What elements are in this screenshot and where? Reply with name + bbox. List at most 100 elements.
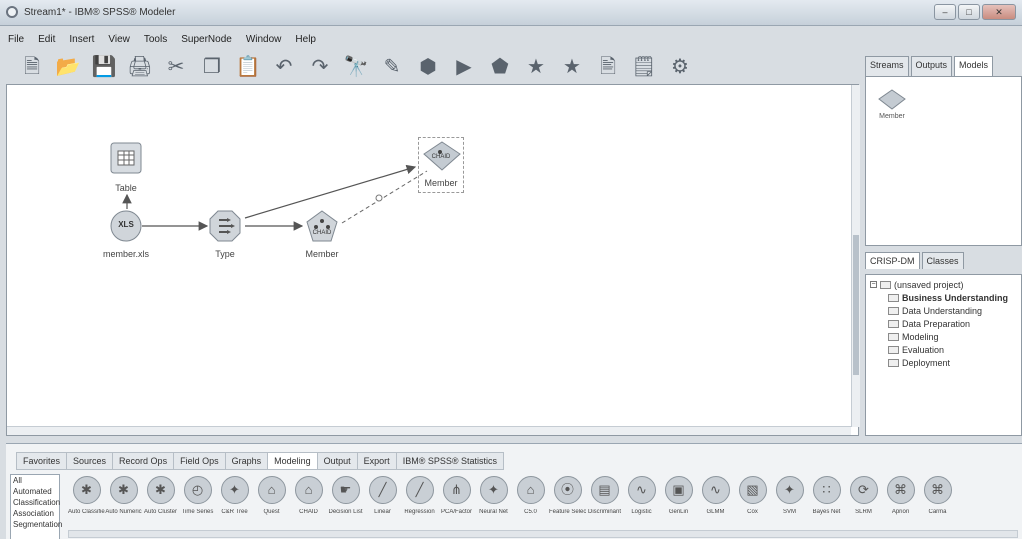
palette-node-discriminant[interactable]: ▤ Discriminant xyxy=(586,476,623,536)
palette-categories: All Automated Classification Association Seg… xyxy=(10,474,62,539)
model-nugget-node[interactable]: CHAID Member xyxy=(418,137,464,193)
edit-stream-icon[interactable]: ✎ xyxy=(378,54,406,80)
category-association[interactable]: Association xyxy=(11,508,59,519)
print-icon[interactable]: 🖨 xyxy=(126,54,154,80)
chaid-model-node[interactable]: CHAID Member xyxy=(305,209,339,259)
palette-node-genlin[interactable]: ▣ GenLin xyxy=(660,476,697,536)
palette-node-c5-0[interactable]: ⌂ C5.0 xyxy=(512,476,549,536)
menu-window[interactable]: Window xyxy=(246,34,282,45)
copy-icon[interactable]: ❐ xyxy=(198,54,226,80)
palette-node-quest[interactable]: ⌂ Quest xyxy=(253,476,290,536)
tab-models[interactable]: Models xyxy=(954,56,994,76)
table-node[interactable]: Table xyxy=(109,141,143,193)
menu-edit[interactable]: Edit xyxy=(38,34,55,45)
palette-tab-graphs[interactable]: Graphs xyxy=(224,452,269,470)
zoom-supernode-icon[interactable]: ★ xyxy=(558,54,586,80)
palette-node-auto-cluster[interactable]: ✱ Auto Cluster xyxy=(142,476,179,536)
tab-outputs[interactable]: Outputs xyxy=(910,56,953,76)
scroll-thumb[interactable] xyxy=(853,235,859,375)
type-node[interactable]: Type xyxy=(208,209,242,259)
category-classification[interactable]: Classification xyxy=(11,497,60,508)
palette-node-regression[interactable]: ╱ Regression xyxy=(401,476,438,536)
palette-scrollbar[interactable] xyxy=(68,530,1018,538)
save-icon[interactable]: 💾 xyxy=(90,54,118,80)
palette-node-logistic[interactable]: ∿ Logistic xyxy=(623,476,660,536)
palette-node-label: Cox xyxy=(747,509,758,515)
palette-tab-record-ops[interactable]: Record Ops xyxy=(112,452,175,470)
tree-item-deployment[interactable]: Deployment xyxy=(870,356,1017,369)
model-item[interactable]: Member xyxy=(874,89,910,120)
category-segmentation[interactable]: Segmentation xyxy=(11,519,62,530)
palette-tab-output[interactable]: Output xyxy=(316,452,358,470)
tree-root[interactable]: − (unsaved project) xyxy=(870,278,1017,291)
stream-canvas[interactable]: Table XLS member.xls Type CHAID Member C… xyxy=(6,84,860,436)
tree-item-business-understanding[interactable]: Business Understanding xyxy=(870,291,1017,304)
open-icon[interactable]: 📂 xyxy=(54,54,82,80)
palette-tab-favorites[interactable]: Favorites xyxy=(16,452,68,470)
tree-item-modeling[interactable]: Modeling xyxy=(870,330,1017,343)
menu-insert[interactable]: Insert xyxy=(69,34,94,45)
tab-crisp-dm[interactable]: CRISP-DM xyxy=(865,252,920,269)
maximize-button[interactable]: □ xyxy=(958,4,980,20)
close-button[interactable]: ✕ xyxy=(982,4,1016,20)
tree-item-evaluation[interactable]: Evaluation xyxy=(870,343,1017,356)
run-icon[interactable]: ▶ xyxy=(450,54,478,80)
menu-file[interactable]: File xyxy=(8,34,24,45)
tree-item-data-preparation[interactable]: Data Preparation xyxy=(870,317,1017,330)
tab-streams[interactable]: Streams xyxy=(865,56,909,76)
palette-node-pca-factor[interactable]: ⋔ PCA/Factor xyxy=(438,476,475,536)
tree-item-label: Data Understanding xyxy=(902,305,983,316)
menu-bar: File Edit Insert View Tools SuperNode Wi… xyxy=(0,30,1022,48)
palette-tab-modeling[interactable]: Modeling xyxy=(267,452,318,470)
excel-source-node[interactable]: XLS member.xls xyxy=(103,209,149,259)
redo-icon[interactable]: ↷ xyxy=(306,54,334,80)
palette-node-apriori[interactable]: ⌘ Apriori xyxy=(882,476,919,536)
category-automated[interactable]: Automated xyxy=(11,486,59,497)
palette-node-auto-numeric[interactable]: ✱ Auto Numeric xyxy=(105,476,142,536)
undo-icon[interactable]: ↶ xyxy=(270,54,298,80)
menu-view[interactable]: View xyxy=(108,34,130,45)
find-icon[interactable]: 🔭 xyxy=(342,54,370,80)
supernode-icon[interactable]: ★ xyxy=(522,54,550,80)
new-stream-icon[interactable]: 🗎 xyxy=(18,54,46,80)
palette-node-slrm[interactable]: ⟳ SLRM xyxy=(845,476,882,536)
palette-node-linear[interactable]: ╱ Linear xyxy=(364,476,401,536)
palette-node-bayes-net[interactable]: ∷ Bayes Net xyxy=(808,476,845,536)
palette-node-auto-classifier[interactable]: ✱ Auto Classifier xyxy=(68,476,105,536)
help-icon[interactable]: ⚙ xyxy=(666,54,694,80)
tree-item-data-understanding[interactable]: Data Understanding xyxy=(870,304,1017,317)
palette-node-feature-selection[interactable]: ⦿ Feature Selection xyxy=(549,476,586,536)
category-all[interactable]: All xyxy=(11,475,59,486)
palette-node-neural-net[interactable]: ✦ Neural Net xyxy=(475,476,512,536)
xls-icon: XLS xyxy=(118,220,134,229)
collapse-icon[interactable]: − xyxy=(870,281,877,288)
minimize-button[interactable]: – xyxy=(934,4,956,20)
palette-tab-field-ops[interactable]: Field Ops xyxy=(173,452,226,470)
comment-icon[interactable]: 🗒 xyxy=(630,54,658,80)
open-icon-glyph: 📂 xyxy=(55,56,81,78)
canvas-vertical-scrollbar[interactable] xyxy=(851,85,860,427)
run-selection-icon[interactable]: ⬟ xyxy=(486,54,514,80)
palette-node-time-series[interactable]: ◴ Time Series xyxy=(179,476,216,536)
tab-classes[interactable]: Classes xyxy=(921,252,964,269)
stop-icon[interactable]: ⬢ xyxy=(414,54,442,80)
palette-node-cox[interactable]: ▧ Cox xyxy=(734,476,771,536)
palette-node-decision-list[interactable]: ☛ Decision List xyxy=(327,476,364,536)
palette-node-glmm[interactable]: ∿ GLMM xyxy=(697,476,734,536)
tree-item-label: Deployment xyxy=(902,357,951,368)
folder-icon xyxy=(888,345,899,354)
palette-node-svm[interactable]: ✦ SVM xyxy=(771,476,808,536)
cut-icon[interactable]: ✂ xyxy=(162,54,190,80)
palette-tab-export[interactable]: Export xyxy=(356,452,397,470)
palette-node-carma[interactable]: ⌘ Carma xyxy=(919,476,956,536)
menu-tools[interactable]: Tools xyxy=(144,34,167,45)
palette-tab-sources[interactable]: Sources xyxy=(66,452,114,470)
annotation-icon[interactable]: 🖹 xyxy=(594,54,622,80)
palette-node-chaid[interactable]: ⌂ CHAID xyxy=(290,476,327,536)
palette-tab-ibm-spss-statistics[interactable]: IBM® SPSS® Statistics xyxy=(395,452,504,470)
menu-supernode[interactable]: SuperNode xyxy=(181,34,232,45)
menu-help[interactable]: Help xyxy=(295,34,316,45)
paste-icon[interactable]: 📋 xyxy=(234,54,262,80)
palette-node-c-r-tree[interactable]: ✦ C&R Tree xyxy=(216,476,253,536)
canvas-horizontal-scrollbar[interactable] xyxy=(7,426,851,435)
